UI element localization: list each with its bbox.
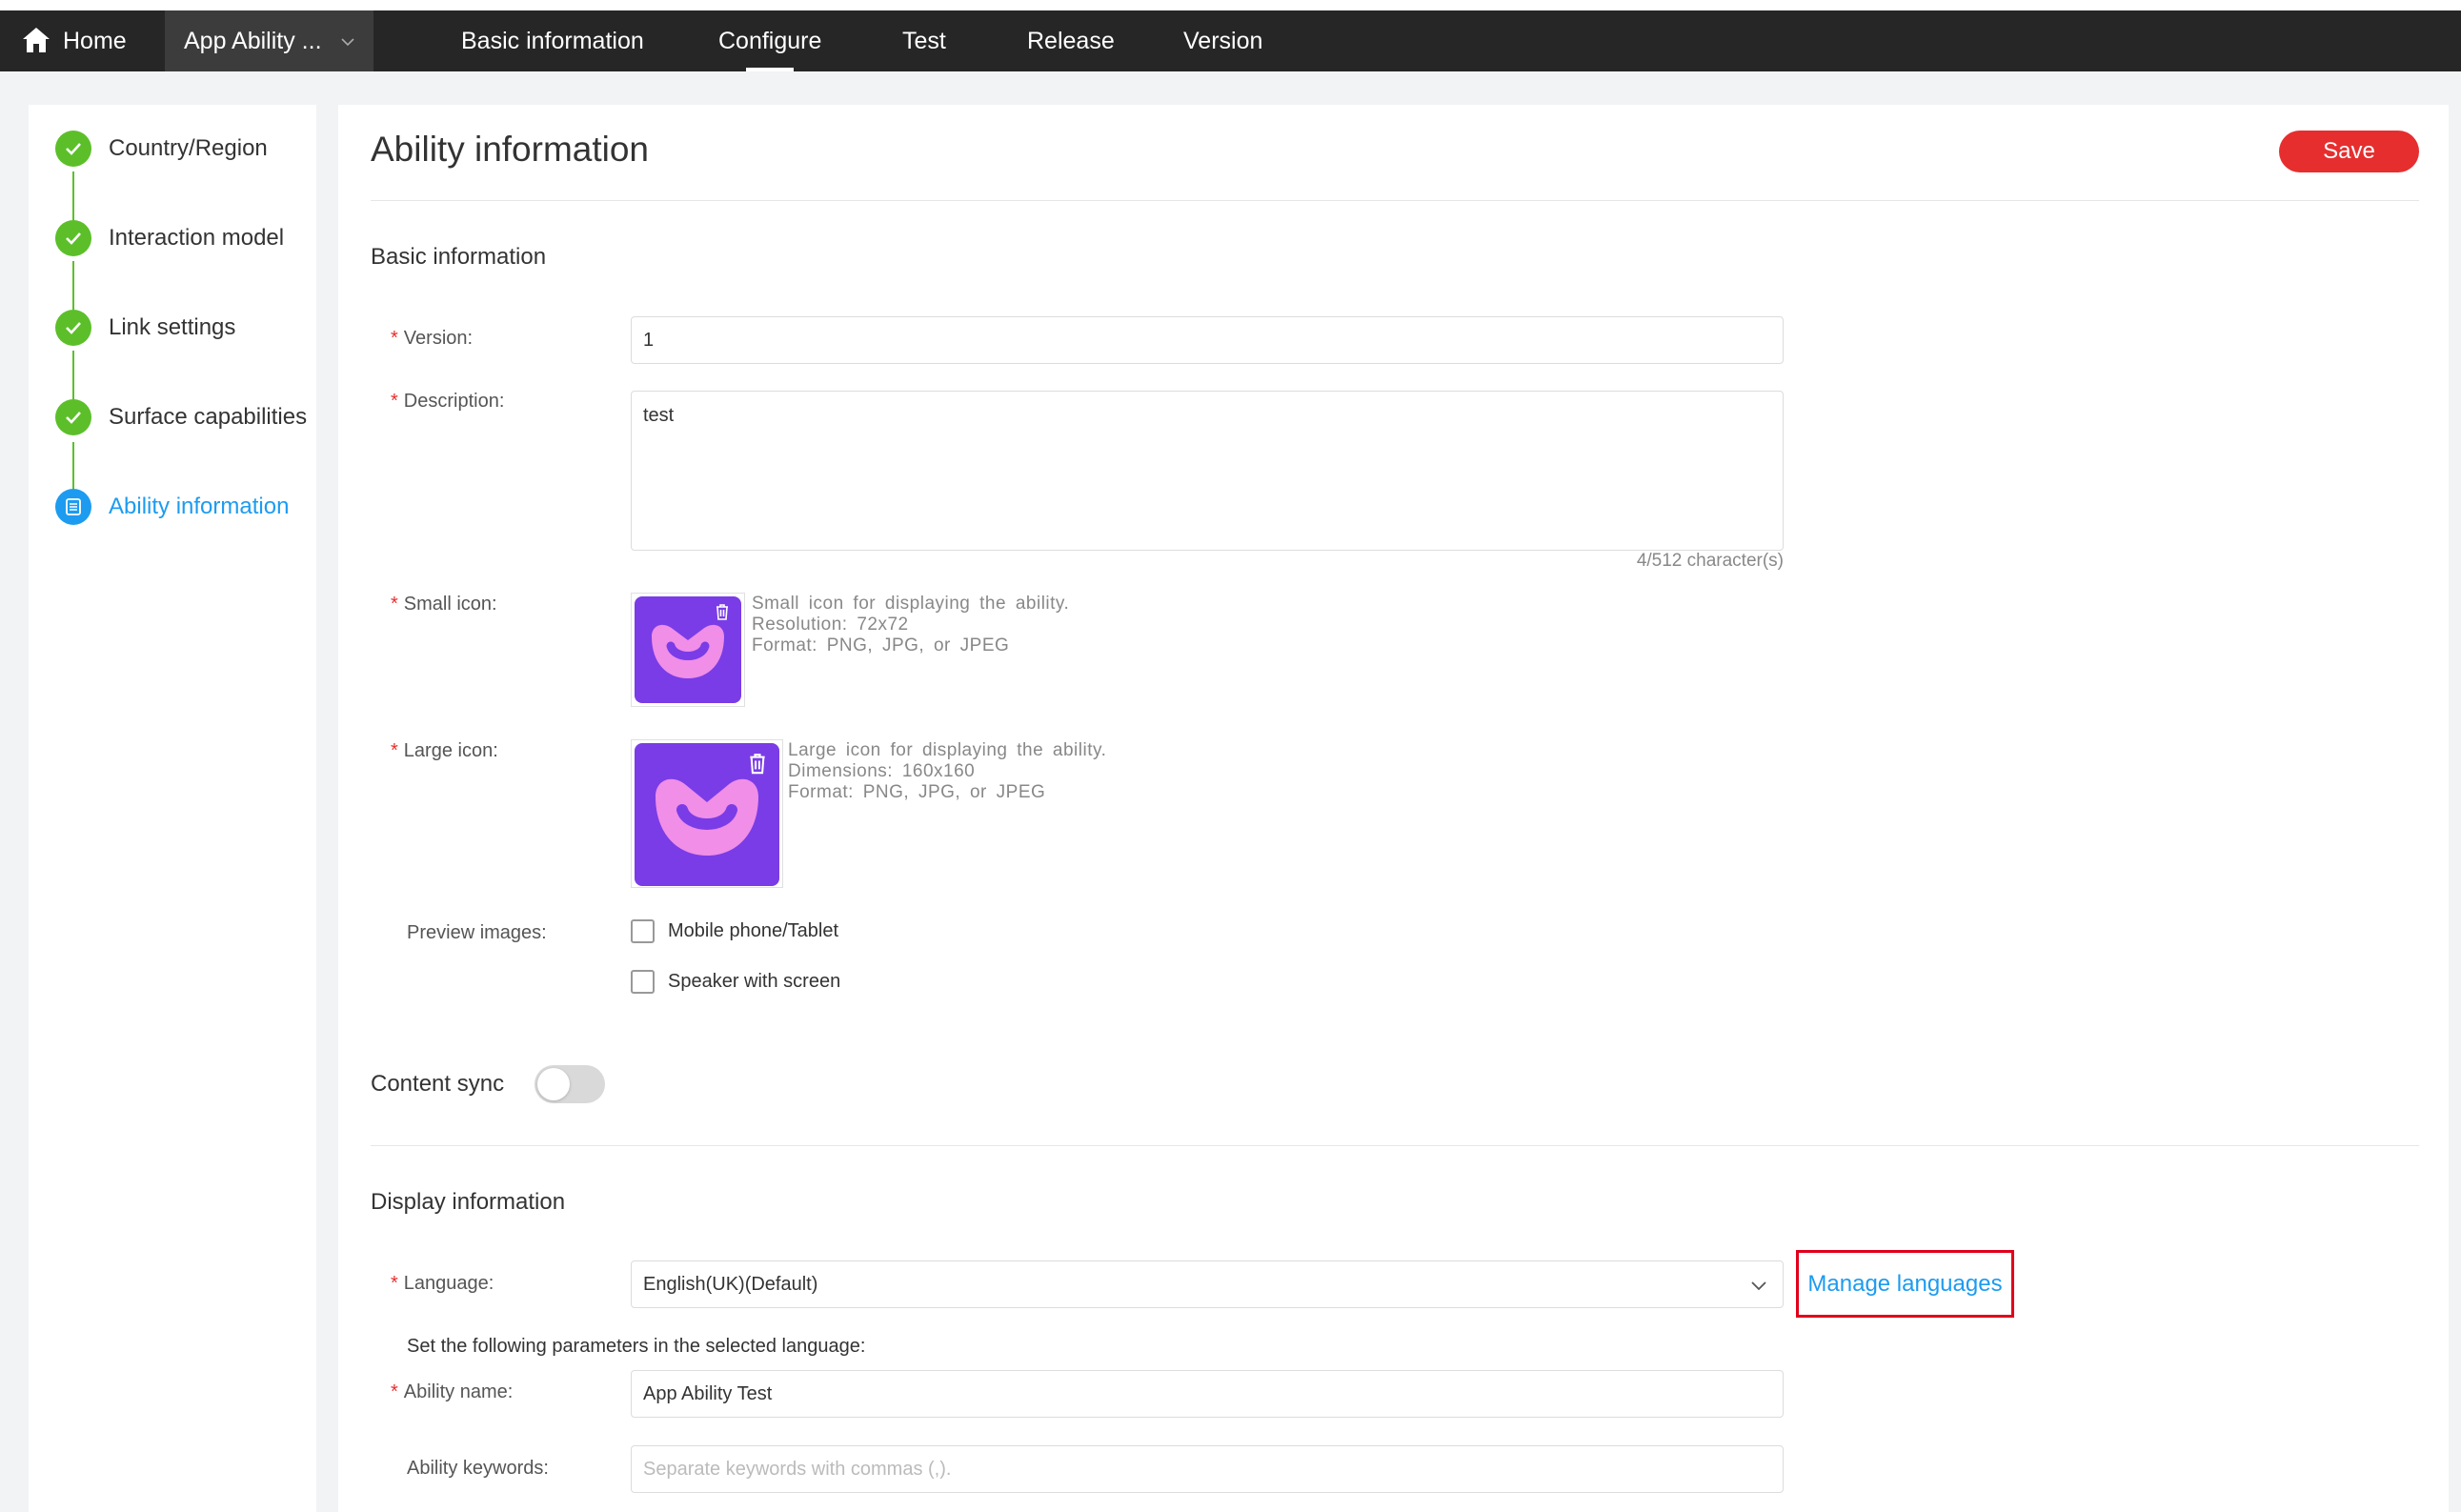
sidebar-item-label: Ability information: [109, 494, 290, 519]
step-connector: [72, 171, 74, 225]
tab-test[interactable]: Test: [902, 10, 946, 71]
character-counter: 4/512 character(s): [1636, 551, 1784, 571]
chevron-down-icon: [1751, 1281, 1766, 1291]
save-button[interactable]: Save: [2279, 131, 2419, 172]
check-icon: [55, 310, 91, 346]
large-icon-label: * Large icon:: [391, 740, 498, 761]
check-icon: [55, 399, 91, 435]
ability-keywords-input[interactable]: Separate keywords with commas (,).: [631, 1445, 1784, 1493]
large-icon-preview[interactable]: [631, 739, 783, 888]
checkbox-box[interactable]: [631, 919, 655, 943]
language-select-value: English(UK)(Default): [643, 1273, 818, 1295]
language-select[interactable]: English(UK)(Default): [631, 1260, 1784, 1308]
sidebar-item-label: Country/Region: [109, 135, 268, 161]
ability-name-input[interactable]: App Ability Test: [631, 1370, 1784, 1418]
sidebar-item-label: Link settings: [109, 314, 236, 340]
ability-keywords-label: Ability keywords:: [407, 1458, 549, 1479]
small-icon-label: * Small icon:: [391, 594, 497, 615]
app-selector-label: App Ability ...: [184, 27, 322, 54]
checkbox-box[interactable]: [631, 970, 655, 994]
top-nav-bar: Home App Ability ... Basic information C…: [0, 10, 2461, 71]
sidebar-item-link-settings[interactable]: Link settings: [55, 309, 235, 347]
description-textarea[interactable]: test: [631, 391, 1784, 551]
checkbox-label: Mobile phone/Tablet: [668, 920, 839, 941]
divider: [371, 200, 2419, 201]
sidebar-item-label: Surface capabilities: [109, 404, 308, 430]
active-tab-indicator: [746, 68, 794, 71]
checkbox-label: Speaker with screen: [668, 971, 841, 992]
small-icon-preview[interactable]: [631, 593, 745, 707]
main-panel: Ability information Save Basic informati…: [338, 105, 2449, 1512]
language-note: Set the following parameters in the sele…: [407, 1336, 866, 1357]
checkbox-speaker-with-screen[interactable]: Speaker with screen: [631, 970, 840, 994]
large-icon-hint: Large icon for displaying the ability. D…: [788, 740, 1107, 802]
ability-keywords-placeholder: Separate keywords with commas (,).: [643, 1458, 952, 1480]
ability-name-label: * Ability name:: [391, 1381, 514, 1402]
app-selector[interactable]: App Ability ...: [165, 10, 373, 71]
version-input[interactable]: 1: [631, 316, 1784, 364]
preview-images-label: Preview images:: [407, 922, 547, 943]
sidebar-item-interaction-model[interactable]: Interaction model: [55, 219, 284, 257]
top-strip: [0, 0, 2461, 10]
manage-languages-link[interactable]: Manage languages: [1796, 1250, 2014, 1318]
sidebar-stepper: Country/Region Interaction model Link se…: [29, 105, 316, 1512]
document-icon: [55, 489, 91, 525]
check-icon: [55, 131, 91, 167]
tab-configure[interactable]: Configure: [718, 10, 821, 71]
content-sync-toggle[interactable]: [535, 1065, 605, 1103]
check-icon: [55, 220, 91, 256]
trash-icon[interactable]: [712, 601, 733, 622]
toggle-knob: [537, 1068, 570, 1100]
sidebar-item-label: Interaction model: [109, 225, 285, 251]
tab-version[interactable]: Version: [1183, 10, 1262, 71]
home-icon[interactable]: [21, 26, 51, 54]
home-link[interactable]: Home: [63, 10, 127, 71]
divider: [371, 1145, 2419, 1146]
chevron-down-icon: [341, 38, 354, 47]
section-title-display-information: Display information: [371, 1189, 566, 1215]
section-title-basic-information: Basic information: [371, 244, 547, 270]
content-sync-label: Content sync: [371, 1071, 505, 1097]
page-title: Ability information: [371, 130, 650, 169]
version-label: * Version:: [391, 328, 474, 349]
description-label: * Description:: [391, 391, 505, 412]
sidebar-item-surface-capabilities[interactable]: Surface capabilities: [55, 398, 307, 436]
language-label: * Language:: [391, 1273, 494, 1294]
step-connector: [72, 261, 74, 314]
sidebar-item-country-region[interactable]: Country/Region: [55, 130, 268, 168]
small-icon-hint: Small icon for displaying the ability. R…: [752, 594, 1070, 655]
tab-release[interactable]: Release: [1027, 10, 1115, 71]
trash-icon[interactable]: [744, 750, 771, 776]
sidebar-item-ability-information[interactable]: Ability information: [55, 488, 289, 526]
tab-basic-information[interactable]: Basic information: [461, 10, 644, 71]
checkbox-mobile-phone-tablet[interactable]: Mobile phone/Tablet: [631, 919, 838, 943]
